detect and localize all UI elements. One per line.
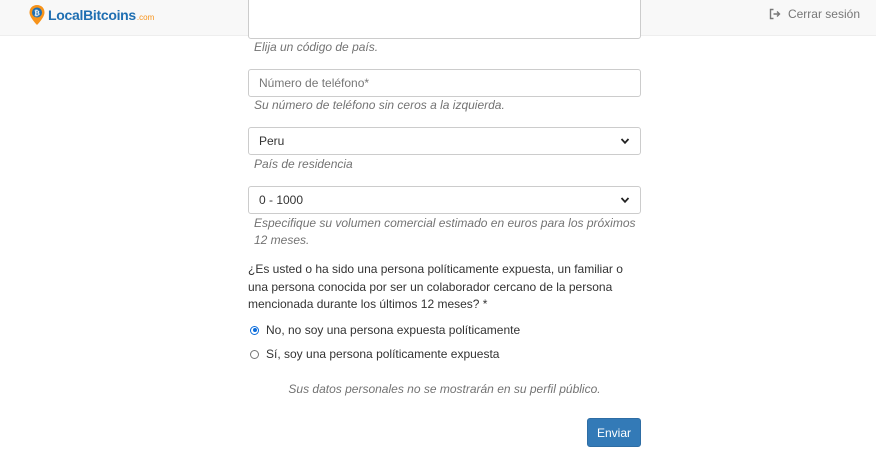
- pep-question-line2: una persona conocida por ser un colabora…: [248, 279, 613, 294]
- phone-number-input[interactable]: Número de teléfono*: [248, 69, 641, 97]
- logo-text: LocalBitcoins: [48, 7, 136, 23]
- pep-option-no[interactable]: No, no soy una persona expuesta política…: [250, 323, 520, 337]
- trade-volume-select[interactable]: 0 - 1000: [248, 186, 641, 214]
- pep-question-line3: mencionada durante los últimos 12 meses?…: [248, 297, 488, 311]
- radio-button-unchecked[interactable]: [250, 349, 259, 359]
- svg-text:₿: ₿: [34, 9, 40, 17]
- privacy-note: Sus datos personales no se mostrarán en …: [288, 382, 601, 396]
- pep-question-line1: ¿Es usted o ha sido una persona política…: [248, 262, 623, 276]
- trade-volume-help-line2: 12 meses.: [254, 233, 310, 247]
- trade-volume-help-line1: Especifique su volumen comercial estimad…: [254, 216, 636, 230]
- sign-out-icon: [769, 8, 781, 20]
- localbitcoins-logo[interactable]: ₿ LocalBitcoins .com: [28, 3, 154, 27]
- pep-option-yes[interactable]: Sí, soy una persona políticamente expues…: [250, 347, 499, 361]
- submit-button[interactable]: Enviar: [587, 418, 641, 447]
- location-pin-bitcoin-icon: ₿: [29, 5, 45, 25]
- pep-question-label: ¿Es usted o ha sido una persona política…: [248, 261, 641, 314]
- logo-suffix: .com: [136, 12, 155, 22]
- logout-link[interactable]: Cerrar sesión: [769, 7, 860, 21]
- chevron-down-icon: [620, 197, 630, 204]
- chevron-down-icon: [620, 138, 630, 145]
- radio-button-checked[interactable]: [250, 325, 259, 335]
- trade-volume-help: Especifique su volumen comercial estimad…: [254, 215, 636, 249]
- residence-country-value: Peru: [259, 134, 285, 148]
- logout-label: Cerrar sesión: [787, 7, 860, 21]
- country-code-select[interactable]: [248, 0, 641, 39]
- country-code-help: Elija un código de país.: [254, 40, 379, 54]
- pep-option-yes-label: Sí, soy una persona políticamente expues…: [266, 347, 500, 361]
- phone-number-placeholder: Número de teléfono*: [259, 76, 370, 90]
- trade-volume-value: 0 - 1000: [259, 193, 304, 207]
- residence-country-select[interactable]: Peru: [248, 127, 641, 155]
- pep-option-no-label: No, no soy una persona expuesta política…: [266, 323, 521, 337]
- residence-country-help: País de residencia: [254, 157, 353, 171]
- phone-number-help: Su número de teléfono sin ceros a la izq…: [254, 98, 505, 112]
